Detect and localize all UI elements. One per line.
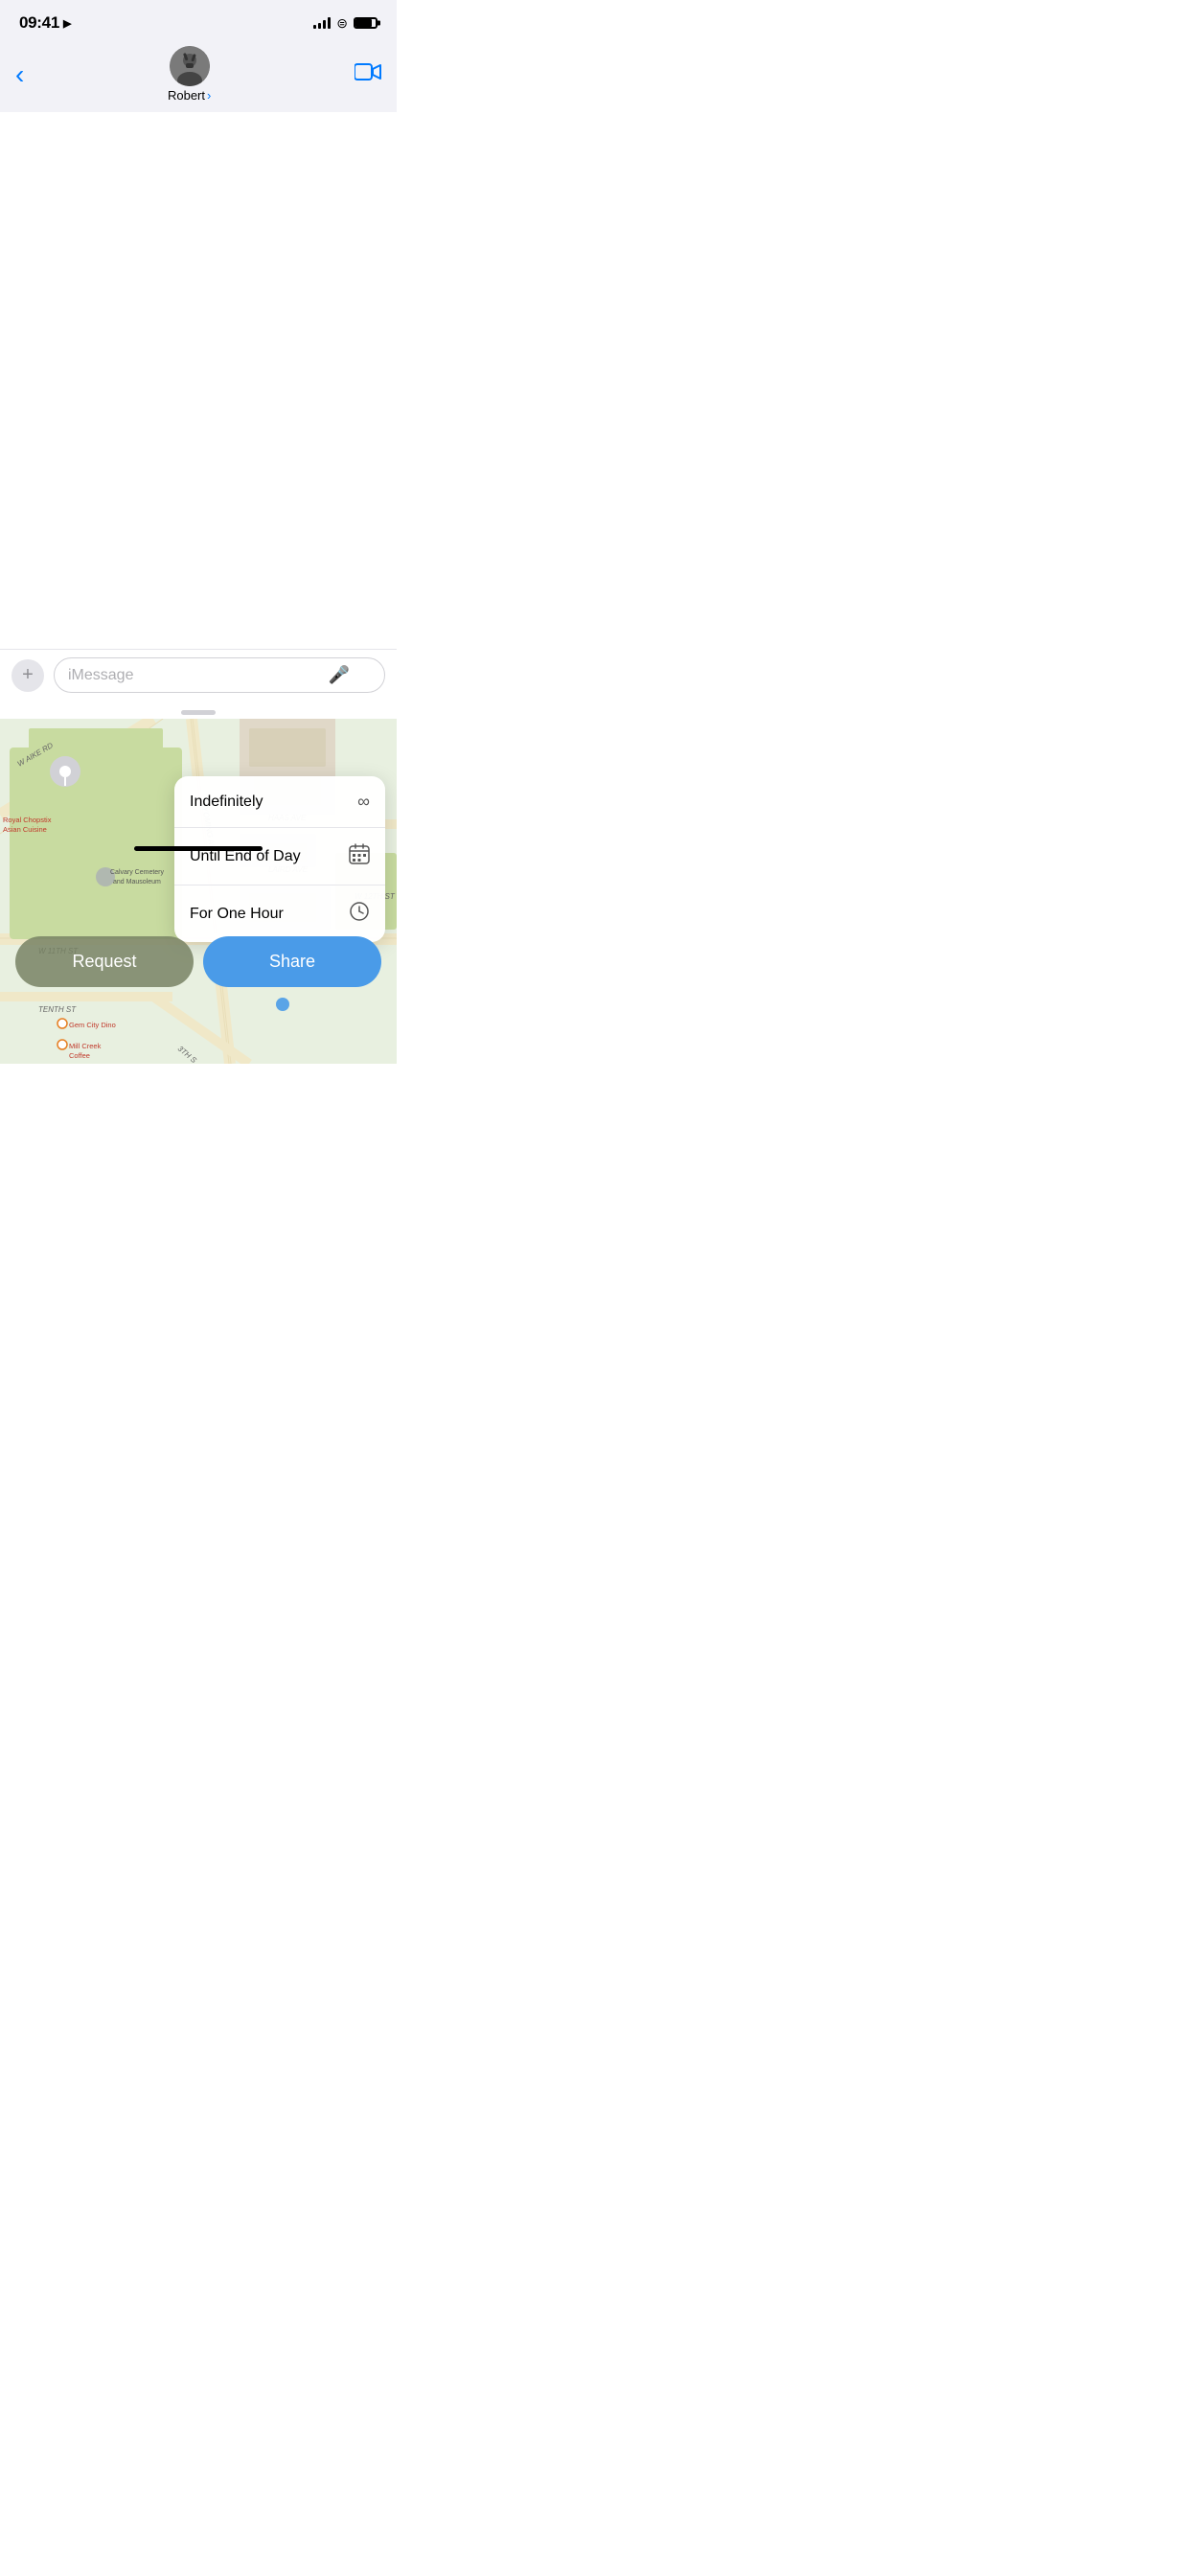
- drag-handle-bar: [181, 710, 216, 715]
- svg-text:Gem City Dino: Gem City Dino: [69, 1021, 116, 1029]
- infinity-icon: ∞: [357, 792, 370, 812]
- sheet-drag-handle: [0, 704, 397, 719]
- svg-text:TENTH ST: TENTH ST: [38, 1005, 77, 1014]
- status-bar: 09:41 ▶ ⊜: [0, 0, 397, 38]
- wifi-icon: ⊜: [336, 15, 348, 32]
- calendar-icon: [349, 843, 370, 869]
- contact-name-label: Robert: [168, 88, 205, 103]
- signal-bars-icon: [313, 17, 331, 29]
- microphone-icon[interactable]: 🎤: [329, 665, 350, 685]
- request-location-button[interactable]: Request: [15, 936, 194, 987]
- indefinitely-label: Indefinitely: [190, 794, 263, 811]
- add-attachment-button[interactable]: +: [11, 659, 44, 692]
- svg-text:Coffee: Coffee: [69, 1051, 90, 1060]
- svg-text:Mill Creek: Mill Creek: [69, 1042, 102, 1050]
- bottom-action-buttons: Request Share: [0, 936, 397, 987]
- location-option-end-of-day[interactable]: Until End of Day: [174, 828, 385, 886]
- location-option-indefinitely[interactable]: Indefinitely ∞: [174, 776, 385, 828]
- message-placeholder: iMessage: [68, 667, 321, 684]
- contact-info[interactable]: Robert ›: [168, 46, 211, 103]
- input-bar: + iMessage 🎤: [0, 649, 397, 704]
- avatar-image: [170, 46, 210, 86]
- svg-text:Calvary Cemetery: Calvary Cemetery: [110, 869, 165, 876]
- message-area: [0, 112, 397, 649]
- video-icon: [355, 61, 381, 82]
- one-hour-label: For One Hour: [190, 906, 284, 923]
- clock-svg: [349, 901, 370, 922]
- nav-bar: ‹ Robert ›: [0, 38, 397, 112]
- share-location-button[interactable]: Share: [203, 936, 381, 987]
- avatar-svg: [170, 46, 210, 86]
- clock-icon: [349, 901, 370, 927]
- map-area: WYOMING AVE W 11TH ST W 11TH ST HAAS AVE…: [0, 719, 397, 1064]
- status-time: 09:41: [19, 13, 59, 33]
- back-button[interactable]: ‹: [15, 59, 24, 90]
- battery-icon: [354, 17, 378, 29]
- video-call-button[interactable]: [355, 61, 381, 87]
- contact-chevron-icon: ›: [207, 88, 211, 103]
- svg-text:Asian Cuisine: Asian Cuisine: [3, 825, 47, 834]
- location-option-one-hour[interactable]: For One Hour: [174, 886, 385, 942]
- calendar-svg: [349, 843, 370, 864]
- contact-name-row: Robert ›: [168, 88, 211, 103]
- home-indicator: [134, 846, 263, 851]
- avatar: [170, 46, 210, 86]
- svg-text:Royal Chopstix: Royal Chopstix: [3, 816, 52, 824]
- message-input[interactable]: iMessage 🎤: [54, 657, 385, 693]
- status-icons: ⊜: [313, 15, 378, 32]
- location-duration-menu: Indefinitely ∞ Until End of Day: [174, 776, 385, 942]
- svg-text:and Mausoleum: and Mausoleum: [113, 879, 161, 886]
- location-arrow-icon: ▶: [63, 17, 71, 30]
